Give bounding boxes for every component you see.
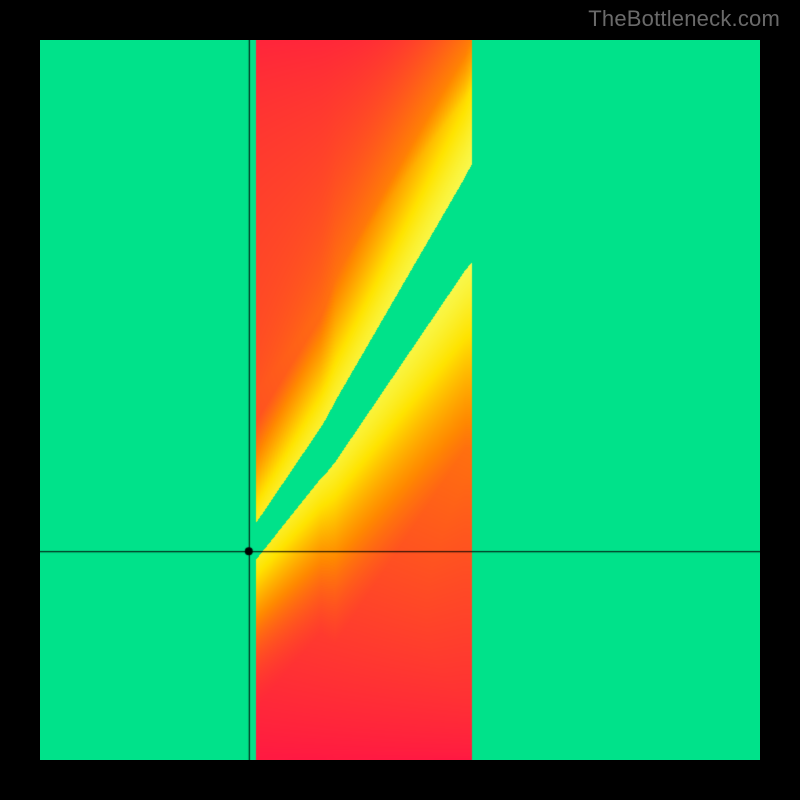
heatmap-plot (40, 40, 760, 760)
heatmap-canvas (40, 40, 760, 760)
watermark-text: TheBottleneck.com (588, 6, 780, 32)
